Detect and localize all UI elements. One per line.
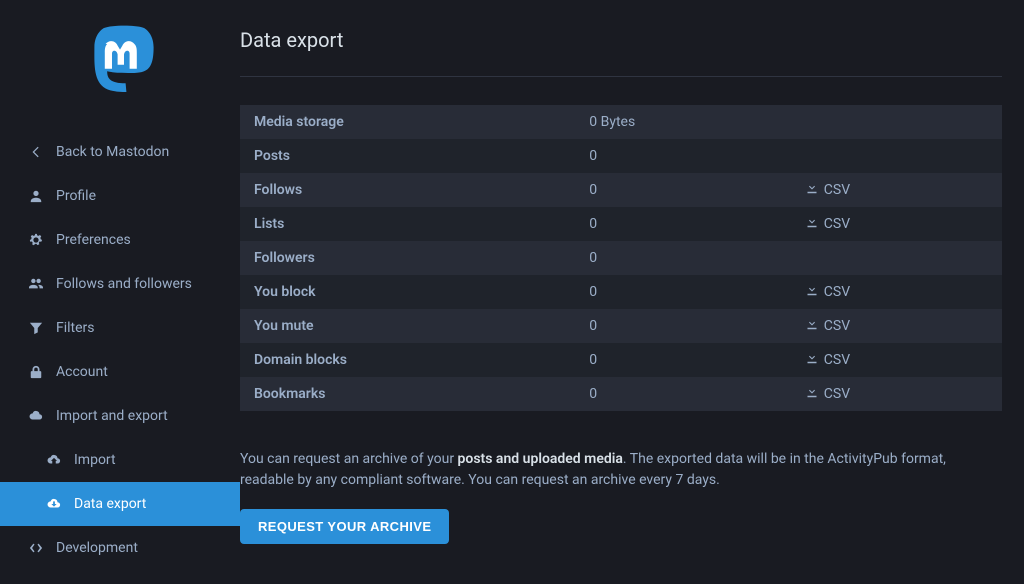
row-label: You mute <box>240 309 575 343</box>
row-label: Domain blocks <box>240 343 575 377</box>
row-value: 0 Bytes <box>575 105 766 139</box>
csv-download-link[interactable]: CSV <box>806 318 850 334</box>
users-icon <box>28 276 44 292</box>
nav-data-export-label: Data export <box>74 496 146 512</box>
row-download: CSV <box>766 275 1002 309</box>
csv-download-link[interactable]: CSV <box>806 216 850 232</box>
csv-label: CSV <box>824 318 850 334</box>
nav-import[interactable]: Import <box>0 438 240 482</box>
csv-download-link[interactable]: CSV <box>806 182 850 198</box>
cloud-up-icon <box>46 452 62 468</box>
nav-preferences-label: Preferences <box>56 232 131 248</box>
notice-bold: posts and uploaded media <box>458 451 623 467</box>
nav-import-export[interactable]: Import and export <box>0 394 240 438</box>
cloud-down-icon <box>46 496 62 512</box>
row-value: 0 <box>575 309 766 343</box>
download-icon <box>806 352 818 368</box>
download-icon <box>806 284 818 300</box>
gear-icon <box>28 232 44 248</box>
sidebar: Back to Mastodon Profile Preferences Fol… <box>0 0 240 584</box>
table-row: Media storage0 Bytes <box>240 105 1002 139</box>
nav-import-label: Import <box>74 452 116 468</box>
nav-back-label: Back to Mastodon <box>56 144 169 160</box>
row-label: Followers <box>240 241 575 275</box>
row-download <box>766 105 1002 139</box>
csv-download-link[interactable]: CSV <box>806 352 850 368</box>
row-download: CSV <box>766 309 1002 343</box>
divider <box>240 76 1002 77</box>
row-label: Bookmarks <box>240 377 575 411</box>
nav-account[interactable]: Account <box>0 350 240 394</box>
row-value: 0 <box>575 207 766 241</box>
download-icon <box>806 386 818 402</box>
row-label: Follows <box>240 173 575 207</box>
logo-wrap <box>0 10 240 130</box>
row-value: 0 <box>575 173 766 207</box>
lock-icon <box>28 364 44 380</box>
chevron-left-icon <box>28 144 44 160</box>
request-archive-button[interactable]: REQUEST YOUR ARCHIVE <box>240 509 449 544</box>
nav-import-export-label: Import and export <box>56 408 168 424</box>
nav-follows-label: Follows and followers <box>56 276 192 292</box>
cloud-icon <box>28 408 44 424</box>
csv-label: CSV <box>824 216 850 232</box>
row-label: You block <box>240 275 575 309</box>
nav-list: Back to Mastodon Profile Preferences Fol… <box>0 130 240 570</box>
csv-label: CSV <box>824 284 850 300</box>
table-row: Bookmarks0 CSV <box>240 377 1002 411</box>
nav-development[interactable]: Development <box>0 526 240 570</box>
nav-follows[interactable]: Follows and followers <box>0 262 240 306</box>
row-label: Lists <box>240 207 575 241</box>
nav-filters[interactable]: Filters <box>0 306 240 350</box>
table-row: Domain blocks0 CSV <box>240 343 1002 377</box>
notice-pre: You can request an archive of your <box>240 451 458 467</box>
row-download: CSV <box>766 343 1002 377</box>
table-row: Followers0 <box>240 241 1002 275</box>
row-value: 0 <box>575 343 766 377</box>
nav-preferences[interactable]: Preferences <box>0 218 240 262</box>
nav-data-export[interactable]: Data export <box>0 482 240 526</box>
row-value: 0 <box>575 275 766 309</box>
row-download <box>766 139 1002 173</box>
archive-notice: You can request an archive of your posts… <box>240 449 1002 491</box>
download-icon <box>806 182 818 198</box>
user-icon <box>28 188 44 204</box>
table-row: Posts0 <box>240 139 1002 173</box>
mastodon-logo <box>80 20 160 100</box>
row-value: 0 <box>575 241 766 275</box>
row-download: CSV <box>766 377 1002 411</box>
nav-account-label: Account <box>56 364 108 380</box>
download-icon <box>806 318 818 334</box>
row-download: CSV <box>766 173 1002 207</box>
row-value: 0 <box>575 139 766 173</box>
csv-label: CSV <box>824 182 850 198</box>
page-title: Data export <box>240 28 1002 52</box>
main-content: Data export Media storage0 BytesPosts0Fo… <box>240 0 1024 584</box>
export-table: Media storage0 BytesPosts0Follows0CSVLis… <box>240 105 1002 411</box>
download-icon <box>806 216 818 232</box>
filter-icon <box>28 320 44 336</box>
csv-download-link[interactable]: CSV <box>806 386 850 402</box>
csv-label: CSV <box>824 352 850 368</box>
code-icon <box>28 540 44 556</box>
row-label: Media storage <box>240 105 575 139</box>
nav-filters-label: Filters <box>56 320 95 336</box>
nav-back[interactable]: Back to Mastodon <box>0 130 240 174</box>
table-row: You block0 CSV <box>240 275 1002 309</box>
table-row: Follows0 CSV <box>240 173 1002 207</box>
table-row: You mute0 CSV <box>240 309 1002 343</box>
csv-download-link[interactable]: CSV <box>806 284 850 300</box>
row-download: CSV <box>766 207 1002 241</box>
nav-profile-label: Profile <box>56 188 96 204</box>
row-label: Posts <box>240 139 575 173</box>
table-row: Lists0 CSV <box>240 207 1002 241</box>
row-value: 0 <box>575 377 766 411</box>
row-download <box>766 241 1002 275</box>
csv-label: CSV <box>824 386 850 402</box>
nav-profile[interactable]: Profile <box>0 174 240 218</box>
nav-development-label: Development <box>56 540 138 556</box>
